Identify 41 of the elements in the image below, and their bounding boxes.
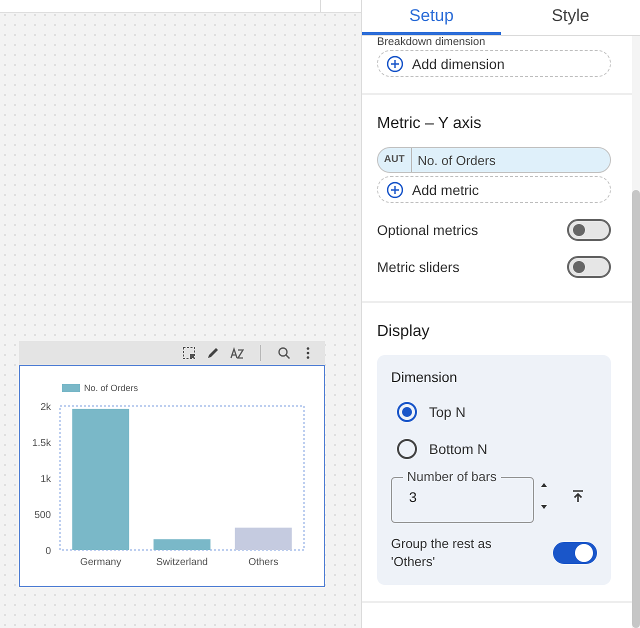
type-badge: AUT: [378, 148, 412, 172]
add-icon: [386, 180, 404, 198]
toggle-label: Optional metrics: [377, 222, 478, 238]
axis-tick-label: 2k: [40, 402, 51, 413]
axis-tick-label: 0: [45, 546, 51, 557]
option-label: Top N: [429, 404, 466, 420]
axis-tick-label: Germany: [80, 557, 122, 568]
sort-icon[interactable]: [230, 346, 244, 360]
add-metric-button[interactable]: Add metric: [377, 176, 611, 203]
axis-tick-label: 500: [34, 510, 51, 521]
bar: [154, 539, 210, 550]
axis-tick-label: 1.5k: [32, 438, 51, 449]
metric-label: No. of Orders: [416, 152, 496, 168]
zoom-icon[interactable]: [277, 346, 291, 360]
section-label: Breakdown dimension: [377, 36, 486, 49]
toggle-switch[interactable]: [567, 218, 611, 240]
number-field[interactable]: Number of bars 3: [391, 469, 534, 523]
card-title: Dimension: [391, 369, 458, 385]
legend-label: No. of Orders: [84, 383, 138, 393]
option-label: Bottom N: [429, 440, 488, 456]
scrollbar-thumb[interactable]: [632, 190, 640, 628]
toggle-label: Group the rest as 'Others': [391, 535, 492, 571]
axis-tick-label: Others: [248, 557, 278, 568]
metric-chip[interactable]: AUT No. of Orders: [377, 147, 611, 173]
axis-tick-label: 1k: [40, 474, 51, 485]
section-heading: Metric – Y axis: [377, 115, 482, 133]
add-icon: [386, 54, 404, 72]
section-heading: Display: [377, 323, 430, 341]
bar: [234, 528, 292, 550]
pencil-icon[interactable]: [206, 346, 220, 360]
axis-tick-label: Switzerland: [156, 557, 208, 568]
select-icon[interactable]: [182, 346, 196, 360]
add-dimension-button[interactable]: Add dimension: [377, 50, 611, 77]
radio-button[interactable]: [397, 438, 417, 458]
arrow-to-top-icon[interactable]: [571, 489, 585, 503]
toggle-switch[interactable]: [567, 256, 611, 278]
legend-swatch: [62, 384, 80, 392]
toggle-label: Metric sliders: [377, 258, 460, 274]
spinner-icon[interactable]: [540, 481, 548, 511]
radio-button[interactable]: [397, 402, 417, 422]
toggle-switch[interactable]: [553, 542, 597, 564]
